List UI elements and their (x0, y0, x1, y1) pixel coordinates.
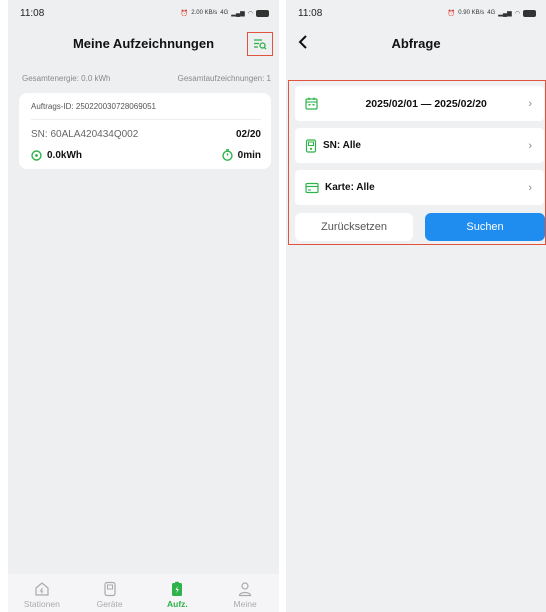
net-speed: 2.00 KB/s (191, 10, 218, 16)
date-range-value: 2025/02/01 — 2025/02/20 (365, 97, 487, 110)
page-title: Abfrage (391, 35, 441, 51)
device-icon (104, 581, 116, 597)
query-form: 2025/02/01 — 2025/02/20 › SN: Alle › Kar… (288, 80, 546, 245)
date-range-row[interactable]: 2025/02/01 — 2025/02/20 › (295, 86, 544, 121)
energy-icon (31, 149, 42, 161)
record-duration-value: 0min (237, 149, 261, 161)
tab-profile[interactable]: Meine (211, 574, 279, 612)
tab-records[interactable]: Aufz. (144, 574, 212, 612)
card-filter-row[interactable]: Karte: Alle › (295, 170, 544, 205)
records-summary: Gesamtenergie: 0.0 kWh Gesamtaufzeichnun… (8, 74, 279, 83)
status-time: 11:08 (298, 7, 323, 19)
record-duration: 0min (221, 149, 261, 161)
battery-icon (523, 9, 536, 17)
total-energy: Gesamtenergie: 0.0 kWh (22, 74, 111, 83)
tab-stations[interactable]: Stationen (8, 574, 76, 612)
wifi-icon: ◠ (247, 10, 253, 17)
wifi-icon: ◠ (514, 10, 520, 17)
order-id: Auftrags-ID: 250220030728069051 (31, 102, 261, 120)
status-bar: 11:08 ⏰ 0.90 KB/s 4G ▂▄▆ ◠ (286, 0, 546, 26)
chevron-right-icon: › (528, 181, 532, 194)
chevron-right-icon: › (528, 97, 532, 110)
record-energy: 0.0kWh (31, 150, 82, 161)
card-icon (305, 182, 319, 193)
station-icon (35, 582, 49, 596)
query-actions: Zurücksetzen Suchen (295, 213, 545, 241)
signal-icon: ▂▄▆ (498, 10, 512, 17)
card-filter-value: Karte: Alle (325, 182, 375, 193)
query-screen: 11:08 ⏰ 0.90 KB/s 4G ▂▄▆ ◠ Abfrage 2025/… (286, 0, 546, 612)
sn-filter-row[interactable]: SN: Alle › (295, 128, 544, 163)
net-speed: 0.90 KB/s (458, 10, 485, 16)
search-button[interactable]: Suchen (425, 213, 545, 241)
signal-icon: ▂▄▆ (231, 10, 245, 17)
record-sn: SN: 60ALA420434Q002 (31, 129, 139, 140)
chevron-left-icon (298, 35, 307, 49)
filter-search-icon (254, 39, 267, 50)
status-icons: ⏰ 0.90 KB/s 4G ▂▄▆ ◠ (447, 9, 536, 17)
signal-label: 4G (487, 10, 496, 16)
alarm-icon: ⏰ (447, 10, 456, 17)
status-bar: 11:08 ⏰ 2.00 KB/s 4G ▂▄▆ ◠ (8, 0, 279, 26)
tab-label: Geräte (96, 599, 123, 609)
device-icon (305, 138, 317, 153)
tab-label: Stationen (23, 599, 60, 609)
tab-devices[interactable]: Geräte (76, 574, 144, 612)
records-icon (172, 581, 183, 596)
page-header: Abfrage (286, 26, 546, 60)
record-energy-value: 0.0kWh (47, 149, 83, 161)
timer-icon (221, 149, 233, 161)
records-screen: 11:08 ⏰ 2.00 KB/s 4G ▂▄▆ ◠ Meine Aufzeic… (8, 0, 279, 612)
total-records: Gesamtaufzeichnungen: 1 (177, 74, 271, 83)
status-icons: ⏰ 2.00 KB/s 4G ▂▄▆ ◠ (180, 9, 269, 17)
filter-button[interactable] (247, 32, 273, 56)
alarm-icon: ⏰ (180, 10, 189, 17)
page-title: Meine Aufzeichnungen (72, 35, 215, 51)
battery-icon (256, 9, 269, 17)
record-date: 02/20 (235, 129, 261, 140)
status-time: 11:08 (20, 7, 45, 19)
record-card[interactable]: Auftrags-ID: 250220030728069051 SN: 60AL… (19, 93, 271, 169)
tab-label: Aufz. (166, 599, 188, 609)
back-button[interactable] (292, 30, 314, 54)
sn-filter-value: SN: Alle (323, 140, 361, 151)
page-header: Meine Aufzeichnungen (8, 26, 279, 60)
profile-icon (239, 582, 252, 597)
chevron-right-icon: › (528, 139, 532, 152)
signal-label: 4G (220, 10, 229, 16)
reset-button[interactable]: Zurücksetzen (295, 213, 414, 241)
tab-label: Meine (233, 599, 257, 609)
calendar-icon (305, 97, 318, 110)
bottom-tab-bar: Stationen Geräte Aufz. Meine (8, 574, 279, 612)
